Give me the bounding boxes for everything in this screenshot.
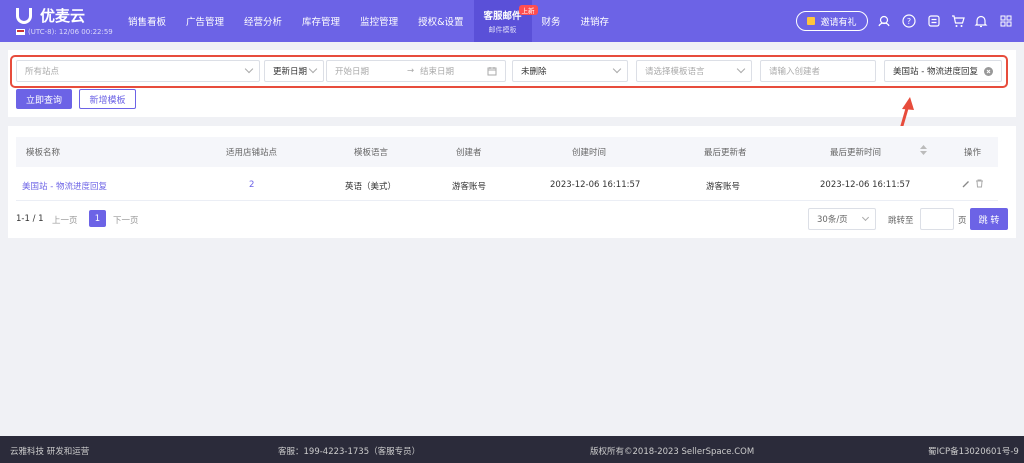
nav-item-analysis[interactable]: 经营分析 xyxy=(234,0,292,42)
edit-icon[interactable] xyxy=(962,180,970,191)
column-header-updater[interactable]: 最后更新者 xyxy=(704,146,747,158)
nav-item-finance[interactable]: 财务 xyxy=(532,0,571,42)
sort-icon[interactable] xyxy=(920,145,927,158)
highlight-box xyxy=(10,55,1008,88)
nav-sub-email-template[interactable]: 邮件模板 xyxy=(489,25,517,35)
nav-label: 经营分析 xyxy=(244,17,283,28)
nav-item-ads[interactable]: 广告管理 xyxy=(176,0,234,42)
nav-item-purchase-sales[interactable]: 进销存 xyxy=(571,0,620,42)
nav-item-inventory[interactable]: 库存管理 xyxy=(292,0,350,42)
add-template-button[interactable]: 新增模板 xyxy=(79,89,136,109)
template-language-cell: 英语（美式） xyxy=(345,182,397,192)
page-size-value: 30条/页 xyxy=(817,215,848,225)
footer-copyright: 版权所有©2018-2023 SellerSpace.COM xyxy=(590,447,755,457)
more-icon[interactable] xyxy=(998,13,1014,29)
nav-label: 授权&设置 xyxy=(418,17,464,28)
invite-label: 邀请有礼 xyxy=(820,17,857,28)
timezone-text: (UTC-8): 12/06 00:22:59 xyxy=(28,28,113,36)
updater-cell: 游客账号 xyxy=(706,182,741,192)
nav-label: 销售看板 xyxy=(128,17,167,28)
page-unit: 页 xyxy=(958,216,967,226)
sites-count-link[interactable]: 2 xyxy=(249,180,254,190)
column-header-creator[interactable]: 创建者 xyxy=(456,146,482,158)
brand-name: 优麦云 xyxy=(40,7,86,25)
row-divider xyxy=(16,200,998,201)
column-header-language[interactable]: 模板语言 xyxy=(354,146,388,158)
gift-icon xyxy=(807,17,816,25)
chevron-down-icon xyxy=(861,213,870,222)
column-header-sites[interactable]: 适用店铺站点 xyxy=(226,146,277,158)
query-label: 立即查询 xyxy=(25,95,62,106)
creator-cell: 游客账号 xyxy=(452,182,487,192)
footer-company: 云雅科技 研发和运营 xyxy=(10,447,90,457)
footer-service: 客服：199-4223-1735（客服专员） xyxy=(278,447,421,457)
timezone-clock: (UTC-8): 12/06 00:22:59 xyxy=(16,28,113,36)
page-number-current[interactable]: 1 xyxy=(89,210,106,227)
add-template-label: 新增模板 xyxy=(89,95,126,106)
bell-icon[interactable] xyxy=(973,13,989,29)
column-header-actions: 操作 xyxy=(964,148,982,158)
prev-page-button[interactable]: 上一页 xyxy=(52,214,78,226)
footer-icp[interactable]: 蜀ICP备13020601号-9 xyxy=(928,445,1019,457)
logo-icon xyxy=(16,7,32,24)
jump-button-label: 跳 转 xyxy=(978,215,1000,226)
invite-button[interactable]: 邀请有礼 xyxy=(796,11,868,31)
updated-time-cell: 2023-12-06 16:11:57 xyxy=(820,180,911,190)
jump-label: 跳转至 xyxy=(888,216,914,226)
main-nav: 销售看板 广告管理 经营分析 库存管理 监控管理 授权&设置 客服邮件 邮件模板… xyxy=(118,0,619,42)
template-name-link[interactable]: 美国站 - 物流进度回复 xyxy=(22,180,107,192)
page-number-text: 1 xyxy=(94,213,101,224)
nav-item-service-email[interactable]: 客服邮件 邮件模板 上新 xyxy=(473,0,538,42)
document-icon[interactable] xyxy=(926,13,942,29)
nav-label: 财务 xyxy=(541,17,561,28)
nav-label: 进销存 xyxy=(580,17,610,28)
headset-icon[interactable] xyxy=(876,13,892,29)
jump-page-input[interactable] xyxy=(920,208,954,230)
nav-item-auth-settings[interactable]: 授权&设置 xyxy=(408,0,473,42)
page-range: 1-1 / 1 xyxy=(16,214,44,224)
page-footer: 云雅科技 研发和运营 客服：199-4223-1735（客服专员） 版权所有©2… xyxy=(0,436,1024,463)
nav-label: 库存管理 xyxy=(302,17,341,28)
query-button[interactable]: 立即查询 xyxy=(16,89,72,109)
next-page-button[interactable]: 下一页 xyxy=(113,214,139,226)
brand-logo[interactable]: 优麦云 xyxy=(16,5,85,26)
nav-item-monitor[interactable]: 监控管理 xyxy=(350,0,408,42)
delete-icon[interactable] xyxy=(975,179,984,191)
nav-label: 客服邮件 xyxy=(483,10,522,22)
cart-icon[interactable] xyxy=(950,13,966,29)
column-header-created[interactable]: 创建时间 xyxy=(572,146,606,158)
help-icon[interactable]: ? xyxy=(901,13,917,29)
column-header-name[interactable]: 模板名称 xyxy=(26,146,60,158)
nav-item-sales[interactable]: 销售看板 xyxy=(118,0,176,42)
nav-label: 监控管理 xyxy=(360,17,399,28)
jump-button[interactable]: 跳 转 xyxy=(970,208,1008,230)
created-time-cell: 2023-12-06 16:11:57 xyxy=(550,180,641,190)
nav-label: 广告管理 xyxy=(186,17,225,28)
page-size-select[interactable]: 30条/页 xyxy=(808,208,876,230)
column-header-updated[interactable]: 最后更新时间 xyxy=(830,146,881,158)
us-flag-icon xyxy=(16,29,25,35)
svg-text:?: ? xyxy=(907,17,911,26)
top-nav-bar: 优麦云 (UTC-8): 12/06 00:22:59 销售看板 广告管理 经营… xyxy=(0,0,1024,42)
